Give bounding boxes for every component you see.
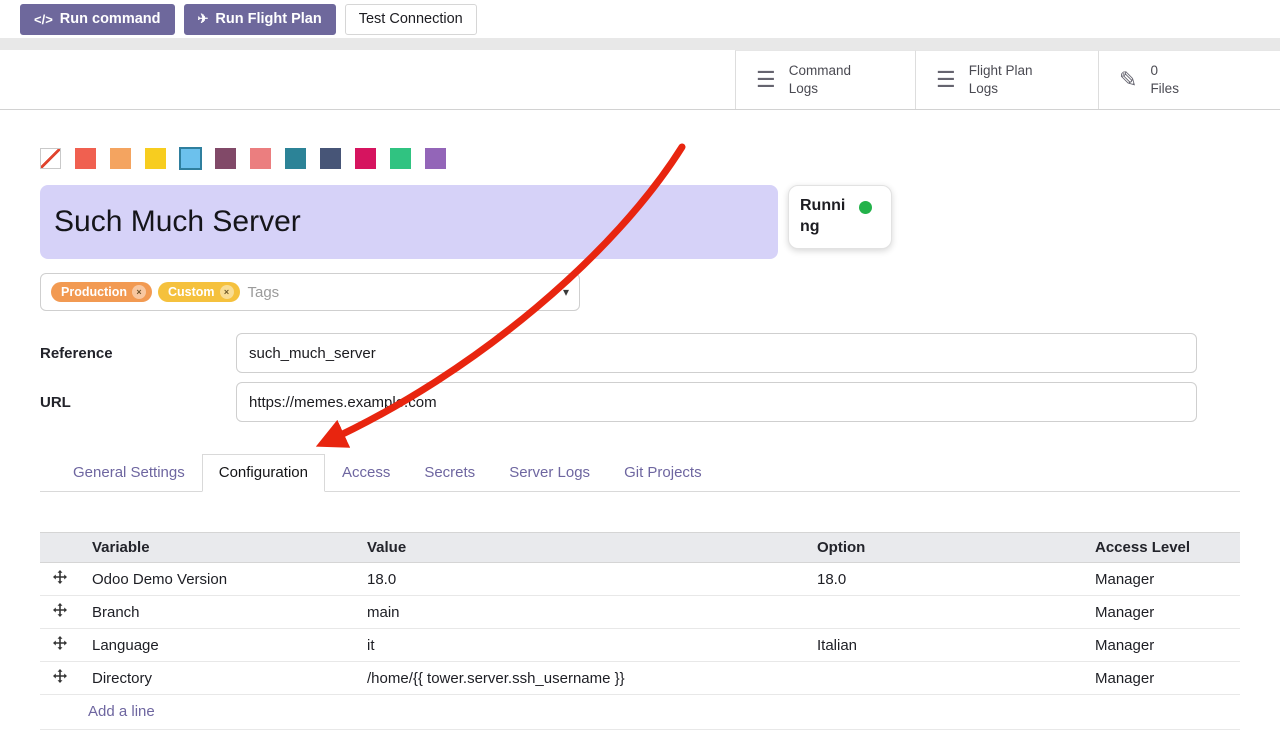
top-toolbar: </> Run command ✈ Run Flight Plan Test C… — [0, 0, 1280, 38]
edit-icon: ✎ — [1119, 69, 1137, 91]
color-swatch-orange[interactable] — [110, 148, 131, 169]
drag-handle-icon[interactable] — [40, 629, 80, 662]
variable-column-header: Variable — [80, 533, 355, 563]
tag-custom-remove-icon[interactable]: × — [220, 285, 234, 299]
color-swatch-magenta[interactable] — [355, 148, 376, 169]
color-swatch-none[interactable] — [40, 148, 61, 169]
cell-access-level[interactable]: Manager — [1083, 563, 1240, 596]
table-row: Odoo Demo Version 18.0 18.0 Manager — [40, 563, 1240, 596]
cell-value[interactable]: 18.0 — [355, 563, 805, 596]
reference-input[interactable] — [236, 333, 1197, 373]
url-field-row: URL — [40, 382, 1240, 422]
cell-value[interactable]: /home/{{ tower.server.ssh_username }} — [355, 662, 805, 695]
tab-git-projects[interactable]: Git Projects — [607, 454, 719, 492]
flight-plan-logs-label: Flight Plan Logs — [969, 62, 1051, 97]
url-input[interactable] — [236, 382, 1197, 422]
value-column-header: Value — [355, 533, 805, 563]
cell-access-level[interactable]: Manager — [1083, 596, 1240, 629]
tab-secrets[interactable]: Secrets — [407, 454, 492, 492]
color-swatch-navy[interactable] — [320, 148, 341, 169]
cell-option[interactable]: 18.0 — [805, 563, 1083, 596]
test-connection-label: Test Connection — [359, 11, 463, 27]
form-sheet: Running Production × Custom × Tags ▾ Ref… — [0, 148, 1280, 730]
run-flight-plan-button[interactable]: ✈ Run Flight Plan — [184, 4, 336, 35]
code-icon: </> — [34, 12, 53, 27]
command-logs-label: Command Logs — [789, 62, 869, 97]
tag-production-label: Production — [61, 285, 127, 299]
cell-access-level[interactable]: Manager — [1083, 662, 1240, 695]
reference-field-row: Reference — [40, 333, 1240, 373]
flight-plan-logs-button[interactable]: ☰ Flight Plan Logs — [915, 50, 1098, 109]
cell-value[interactable]: main — [355, 596, 805, 629]
tag-production-remove-icon[interactable]: × — [132, 285, 146, 299]
color-swatch-salmon[interactable] — [250, 148, 271, 169]
color-swatch-green[interactable] — [390, 148, 411, 169]
color-swatch-purple[interactable] — [425, 148, 446, 169]
tag-production: Production × — [51, 282, 152, 302]
tags-placeholder: Tags — [248, 284, 280, 301]
run-command-button[interactable]: </> Run command — [20, 4, 175, 35]
status-label: Running — [800, 196, 852, 238]
drag-handle-icon[interactable] — [40, 563, 80, 596]
menu-icon: ☰ — [936, 69, 956, 91]
chevron-down-icon[interactable]: ▾ — [563, 285, 569, 299]
files-button[interactable]: ✎ 0 Files — [1098, 50, 1280, 109]
drag-handle-icon[interactable] — [40, 662, 80, 695]
table-row: Branch main Manager — [40, 596, 1240, 629]
tag-custom: Custom × — [158, 282, 240, 302]
cell-option[interactable] — [805, 596, 1083, 629]
status-badge: Running — [788, 185, 892, 249]
tag-custom-label: Custom — [168, 285, 215, 299]
table-row: Directory /home/{{ tower.server.ssh_user… — [40, 662, 1240, 695]
cell-variable[interactable]: Language — [80, 629, 355, 662]
menu-icon: ☰ — [756, 69, 776, 91]
test-connection-button[interactable]: Test Connection — [345, 4, 477, 35]
cell-variable[interactable]: Branch — [80, 596, 355, 629]
tab-general-settings[interactable]: General Settings — [56, 454, 202, 492]
tags-input[interactable]: Production × Custom × Tags ▾ — [40, 273, 580, 311]
access-level-column-header: Access Level — [1083, 533, 1240, 563]
files-stat: 0 Files — [1150, 62, 1194, 97]
reference-label: Reference — [40, 345, 236, 362]
drag-handle-icon[interactable] — [40, 596, 80, 629]
command-logs-button[interactable]: ☰ Command Logs — [735, 50, 915, 109]
option-column-header: Option — [805, 533, 1083, 563]
plane-icon: ✈ — [198, 11, 209, 27]
color-swatch-darkpurple[interactable] — [215, 148, 236, 169]
color-picker — [40, 148, 1240, 169]
form-header-band: ☰ Command Logs ☰ Flight Plan Logs ✎ 0 Fil… — [0, 50, 1280, 110]
color-swatch-yellow[interactable] — [145, 148, 166, 169]
cell-variable[interactable]: Odoo Demo Version — [80, 563, 355, 596]
url-label: URL — [40, 394, 236, 411]
cell-option[interactable]: Italian — [805, 629, 1083, 662]
notebook-tabs: General Settings Configuration Access Se… — [40, 454, 1240, 492]
color-swatch-cyan-selected[interactable] — [179, 147, 202, 170]
files-count: 0 — [1150, 63, 1158, 78]
table-header-row: Variable Value Option Access Level — [40, 533, 1240, 563]
window-separator-strip — [0, 38, 1280, 50]
tab-access[interactable]: Access — [325, 454, 407, 492]
add-a-line-link[interactable]: Add a line — [88, 703, 155, 720]
cell-option[interactable] — [805, 662, 1083, 695]
handle-column-header — [40, 533, 80, 563]
cell-value[interactable]: it — [355, 629, 805, 662]
run-flight-plan-label: Run Flight Plan — [215, 11, 321, 27]
config-variables-table: Variable Value Option Access Level Odoo … — [40, 532, 1240, 730]
files-label: Files — [1150, 81, 1179, 96]
add-line-row: Add a line — [40, 695, 1240, 730]
server-name-input[interactable] — [40, 185, 778, 259]
color-swatch-teal[interactable] — [285, 148, 306, 169]
tab-server-logs[interactable]: Server Logs — [492, 454, 607, 492]
color-swatch-red[interactable] — [75, 148, 96, 169]
tab-configuration[interactable]: Configuration — [202, 454, 325, 492]
cell-access-level[interactable]: Manager — [1083, 629, 1240, 662]
cell-variable[interactable]: Directory — [80, 662, 355, 695]
status-dot — [859, 201, 872, 214]
title-row: Running — [40, 185, 1240, 259]
run-command-label: Run command — [60, 11, 161, 27]
table-row: Language it Italian Manager — [40, 629, 1240, 662]
